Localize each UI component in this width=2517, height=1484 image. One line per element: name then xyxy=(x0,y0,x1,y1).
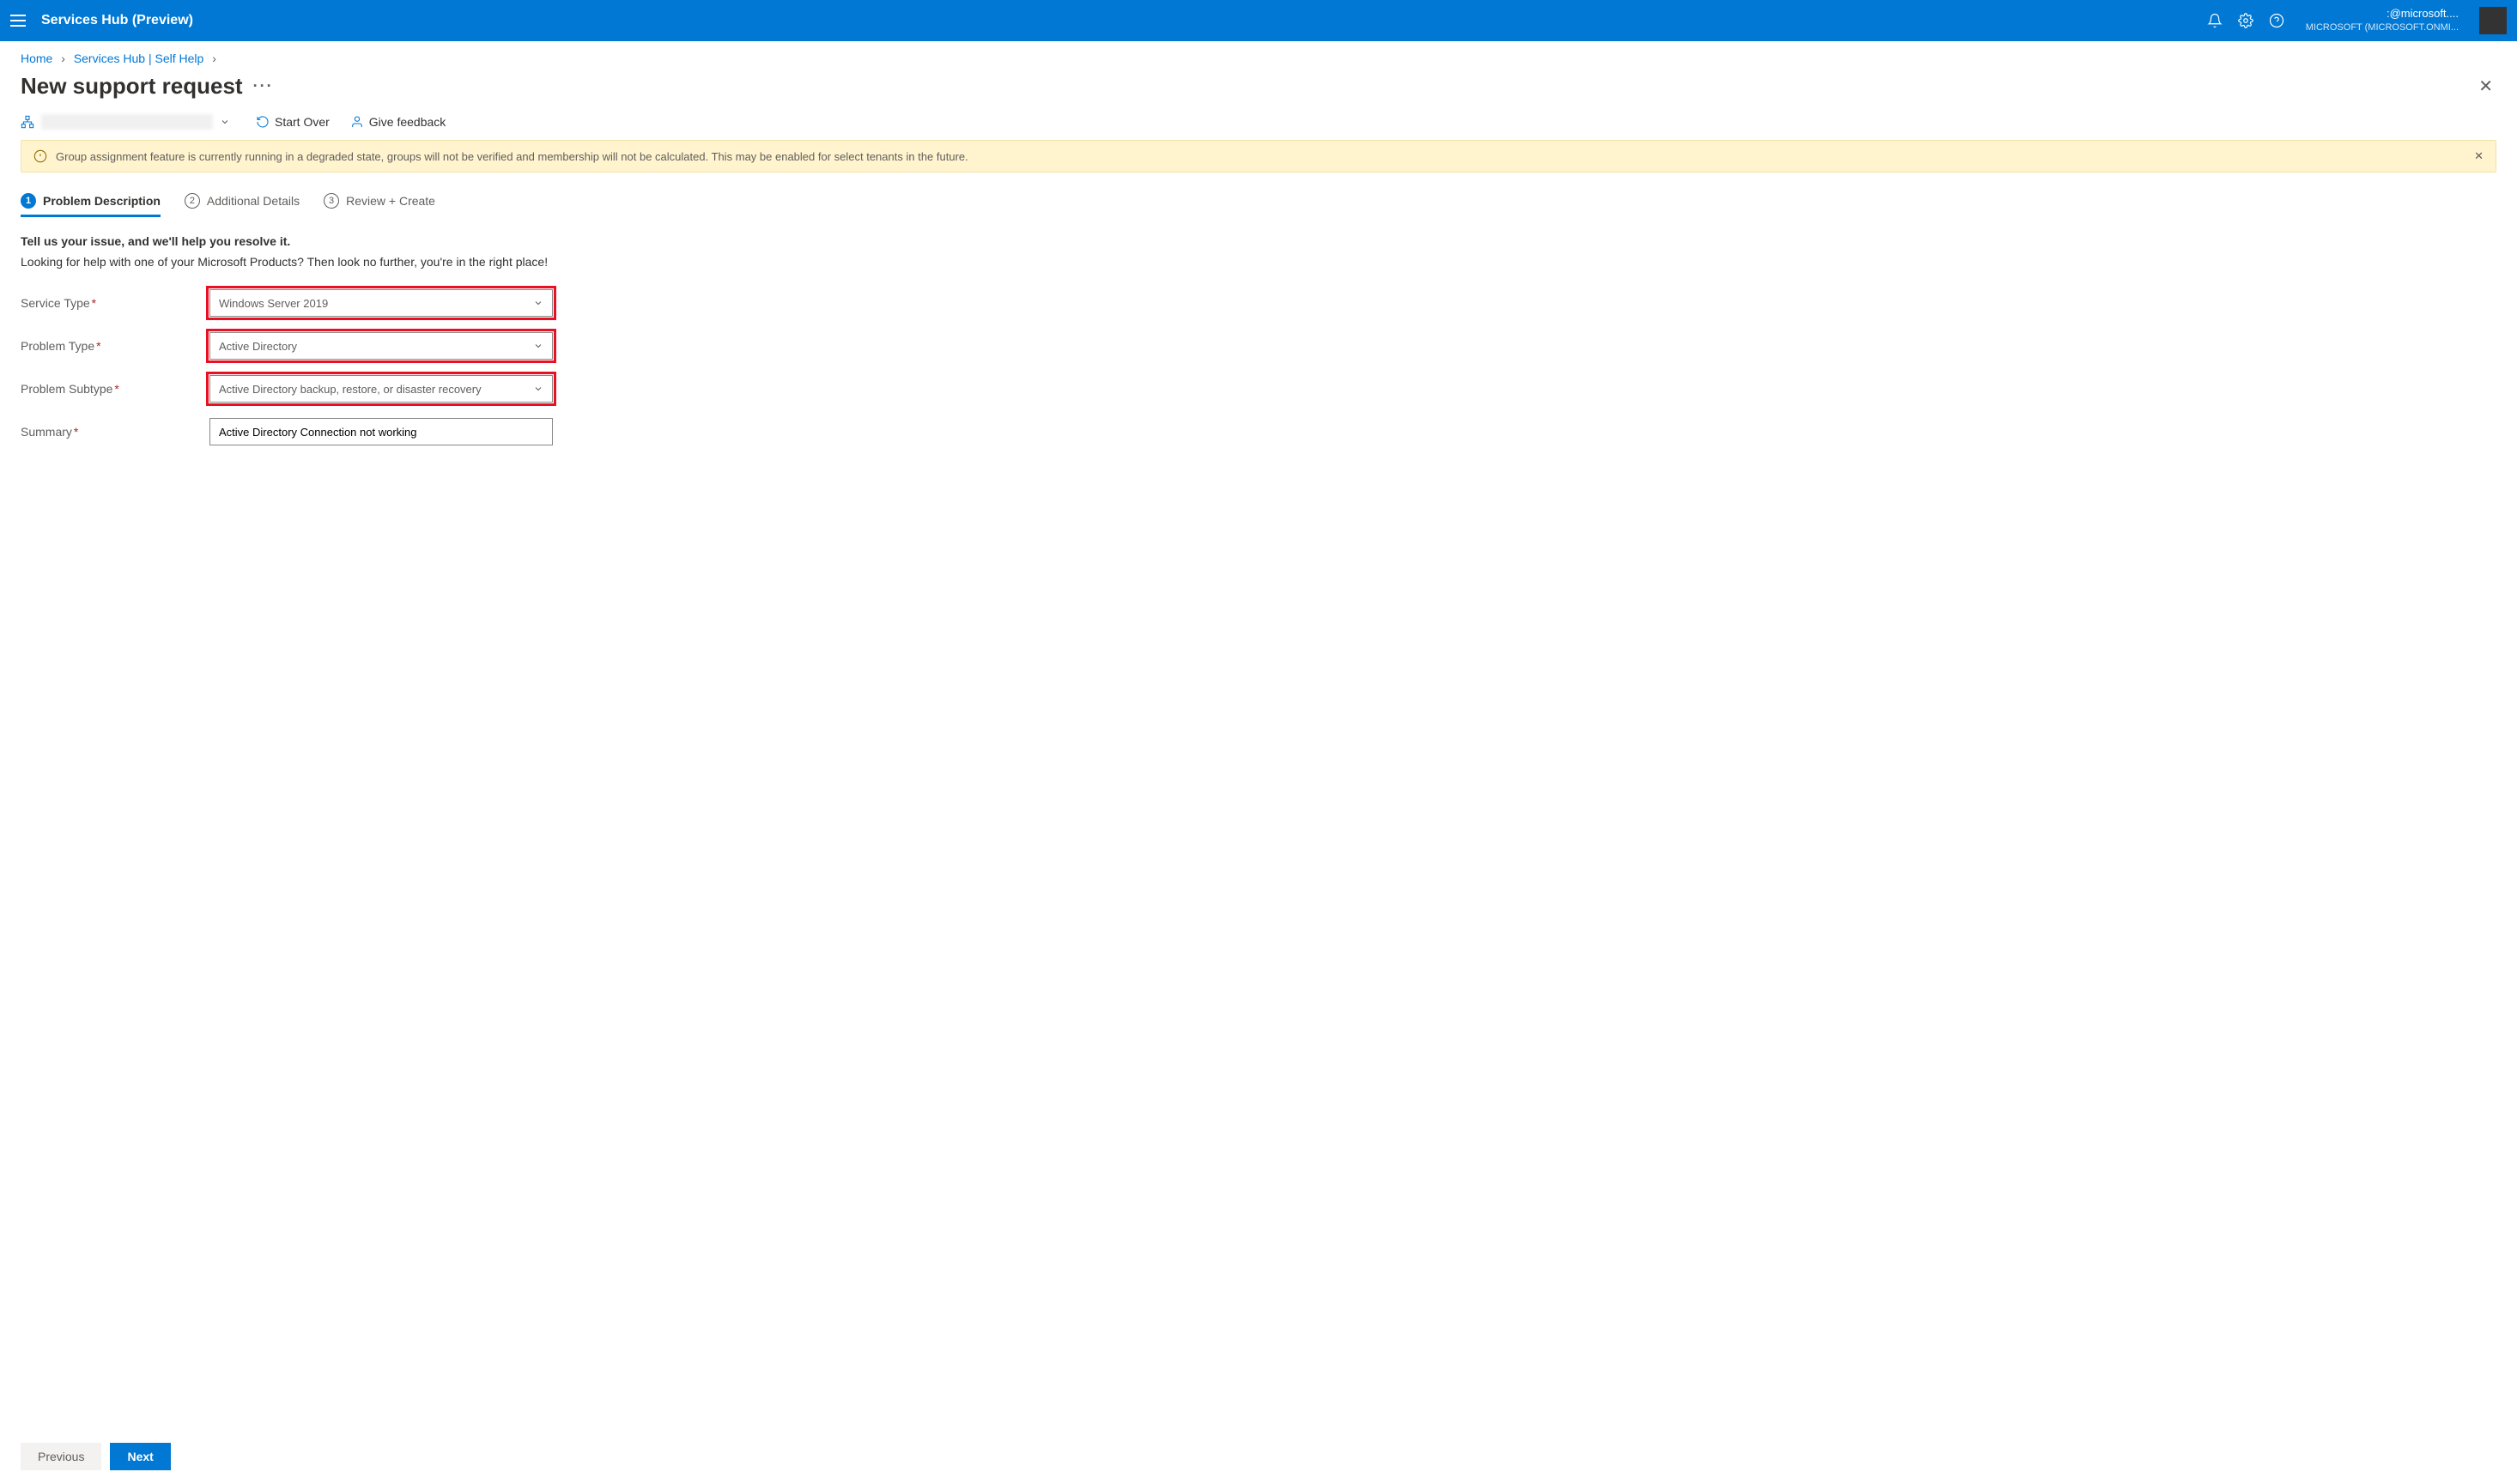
warning-icon xyxy=(33,149,47,163)
tab-problem-description[interactable]: 1 Problem Description xyxy=(21,186,161,217)
scope-selector[interactable] xyxy=(21,114,235,130)
select-value: Active Directory backup, restore, or dis… xyxy=(219,383,482,396)
tab-label: Additional Details xyxy=(207,194,300,208)
notification-icon[interactable] xyxy=(2206,12,2223,29)
start-over-label: Start Over xyxy=(275,115,330,129)
select-value: Windows Server 2019 xyxy=(219,297,328,310)
form-section: Tell us your issue, and we'll help you r… xyxy=(0,217,2517,1429)
app-title: Services Hub (Preview) xyxy=(41,13,193,28)
give-feedback-label: Give feedback xyxy=(369,115,446,129)
page-header: New support request ··· ✕ xyxy=(0,69,2517,114)
select-value: Active Directory xyxy=(219,340,297,353)
tabs: 1 Problem Description 2 Additional Detai… xyxy=(0,186,2517,217)
hamburger-icon[interactable] xyxy=(10,12,27,29)
summary-input[interactable] xyxy=(219,419,543,445)
form-sub-text: Looking for help with one of your Micros… xyxy=(21,255,2496,269)
refresh-icon xyxy=(256,115,270,129)
warning-close-icon[interactable]: ✕ xyxy=(2474,149,2484,163)
help-icon[interactable] xyxy=(2268,12,2285,29)
user-tenant: MICROSOFT (MICROSOFT.ONMI... xyxy=(2306,21,2459,33)
chevron-down-icon xyxy=(533,298,543,308)
problem-type-select[interactable]: Active Directory xyxy=(209,332,553,360)
problem-subtype-label: Problem Subtype* xyxy=(21,382,209,396)
scope-text xyxy=(41,114,213,130)
tab-label: Problem Description xyxy=(43,194,161,208)
problem-type-label: Problem Type* xyxy=(21,339,209,353)
hierarchy-icon xyxy=(21,115,34,129)
tab-number: 1 xyxy=(21,193,36,209)
warning-banner: Group assignment feature is currently ru… xyxy=(21,140,2496,173)
tab-review-create[interactable]: 3 Review + Create xyxy=(324,186,435,217)
previous-button[interactable]: Previous xyxy=(21,1443,101,1470)
service-type-select[interactable]: Windows Server 2019 xyxy=(209,289,553,317)
tab-additional-details[interactable]: 2 Additional Details xyxy=(185,186,300,217)
tab-label: Review + Create xyxy=(346,194,435,208)
user-email: :@microsoft.... xyxy=(2306,7,2459,21)
give-feedback-button[interactable]: Give feedback xyxy=(350,115,446,129)
chevron-down-icon xyxy=(533,384,543,394)
service-type-label: Service Type* xyxy=(21,296,209,310)
chevron-down-icon xyxy=(533,341,543,351)
toolbar: Start Over Give feedback xyxy=(0,114,2517,140)
breadcrumb-self-help[interactable]: Services Hub | Self Help xyxy=(74,51,203,65)
tab-number: 3 xyxy=(324,193,339,209)
summary-input-wrapper xyxy=(209,418,553,445)
close-icon[interactable]: ✕ xyxy=(2475,72,2496,100)
tab-number: 2 xyxy=(185,193,200,209)
warning-text: Group assignment feature is currently ru… xyxy=(56,150,968,163)
problem-subtype-select[interactable]: Active Directory backup, restore, or dis… xyxy=(209,375,553,403)
avatar[interactable] xyxy=(2479,7,2507,34)
start-over-button[interactable]: Start Over xyxy=(256,115,330,129)
feedback-icon xyxy=(350,115,364,129)
breadcrumb: Home › Services Hub | Self Help › xyxy=(0,41,2517,69)
next-button[interactable]: Next xyxy=(110,1443,170,1470)
breadcrumb-home[interactable]: Home xyxy=(21,51,52,65)
footer: Previous Next xyxy=(0,1429,2517,1484)
chevron-right-icon: › xyxy=(212,51,216,65)
form-lead-text: Tell us your issue, and we'll help you r… xyxy=(21,234,2496,248)
page-title: New support request xyxy=(21,73,243,100)
summary-label: Summary* xyxy=(21,425,209,439)
chevron-down-icon xyxy=(220,117,230,127)
user-info[interactable]: :@microsoft.... MICROSOFT (MICROSOFT.ONM… xyxy=(2306,7,2459,33)
chevron-right-icon: › xyxy=(61,51,65,65)
top-bar: Services Hub (Preview) :@microsoft.... M… xyxy=(0,0,2517,41)
more-icon[interactable]: ··· xyxy=(253,77,274,95)
settings-icon[interactable] xyxy=(2237,12,2254,29)
